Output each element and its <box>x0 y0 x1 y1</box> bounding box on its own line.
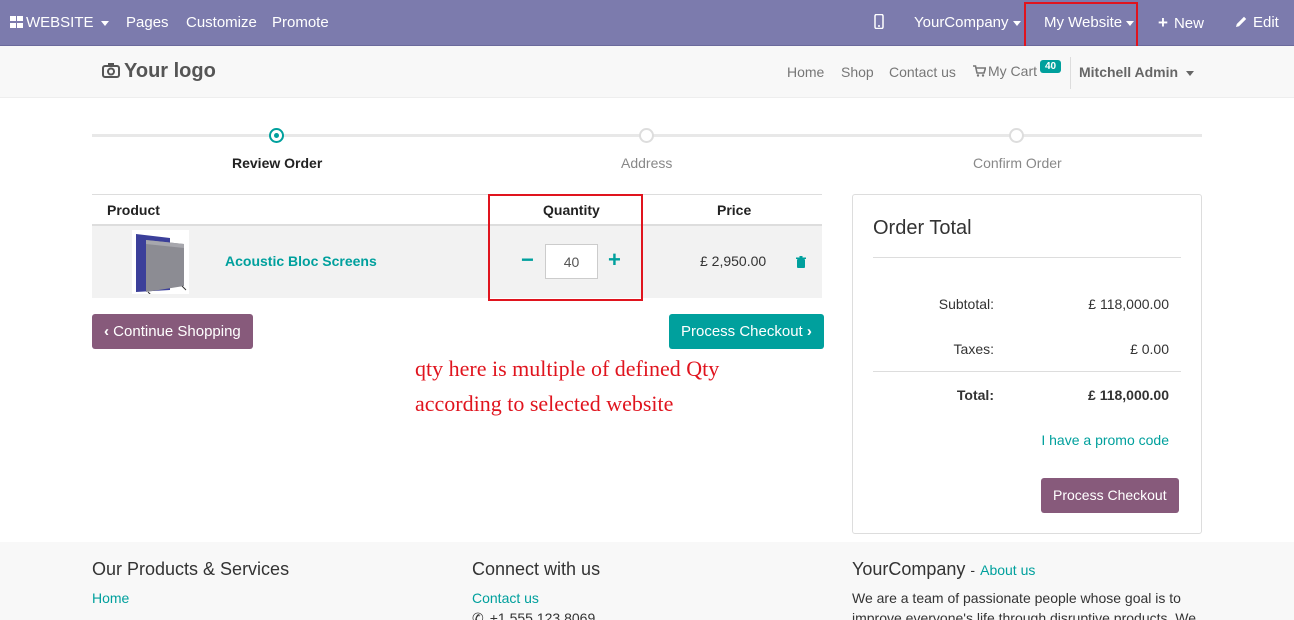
cart-label: My Cart <box>988 63 1037 79</box>
process-checkout-button[interactable]: Process Checkout › <box>669 314 824 349</box>
footer-about-link[interactable]: About us <box>980 562 1035 578</box>
pages-menu[interactable]: Pages <box>126 0 169 46</box>
company-switcher[interactable]: YourCompany <box>914 0 1021 46</box>
chevron-left-icon: ‹ <box>104 323 109 340</box>
company-switcher-label: YourCompany <box>914 14 1009 31</box>
phone-icon: ✆ <box>472 610 484 620</box>
user-menu[interactable]: Mitchell Admin <box>1079 64 1195 80</box>
footer-phone-number: +1 555 123 8069 <box>489 610 596 620</box>
step-dot-address <box>639 128 654 143</box>
footer-company-name: YourCompany <box>852 559 966 579</box>
caret-down-icon <box>1012 20 1021 26</box>
table-row: Acoustic Bloc Screens − + £ 2,950.00 <box>92 226 822 298</box>
website-menu-label: WEBSITE <box>26 14 94 31</box>
taxes-label: Taxes: <box>953 341 994 357</box>
step-address: Address <box>621 155 673 171</box>
line-price: £ 2,950.00 <box>700 253 767 269</box>
site-footer: Our Products & Services Home Connect wit… <box>0 542 1294 620</box>
customize-menu[interactable]: Customize <box>186 0 257 46</box>
annotation-line-1: qty here is multiple of defined Qty <box>415 356 720 381</box>
promote-menu[interactable]: Promote <box>272 0 329 46</box>
footer-about-text-1: We are a team of passionate people whose… <box>852 590 1181 606</box>
user-name: Mitchell Admin <box>1079 64 1179 80</box>
nav-cart[interactable]: My Cart 40 <box>973 60 1062 79</box>
subtotal-value: £ 118,000.00 <box>1088 296 1169 312</box>
taxes-value: £ 0.00 <box>1130 341 1169 357</box>
step-review-order: Review Order <box>232 155 323 171</box>
highlight-box-website-switcher <box>1024 2 1138 49</box>
product-name-link[interactable]: Acoustic Bloc Screens <box>225 253 377 269</box>
chevron-right-icon: › <box>806 323 812 340</box>
panel-divider <box>873 257 1181 258</box>
footer-products-title: Our Products & Services <box>92 559 290 579</box>
step-dot-review <box>269 128 284 143</box>
footer-contact-link[interactable]: Contact us <box>472 590 539 606</box>
mobile-phone-icon <box>874 13 884 30</box>
header-product: Product <box>107 202 160 218</box>
total-label: Total: <box>956 387 994 403</box>
header-price: Price <box>717 202 752 218</box>
cart-count-badge: 40 <box>1040 60 1062 73</box>
footer-home-link[interactable]: Home <box>92 590 129 606</box>
cart-table-header: Product Quantity Price <box>92 194 822 226</box>
site-header: Your logo Home Shop Contact us My Cart 40… <box>0 46 1294 98</box>
continue-shopping-button[interactable]: ‹ Continue Shopping <box>92 314 253 349</box>
caret-down-icon <box>100 20 109 26</box>
trash-icon[interactable] <box>795 256 807 268</box>
step-dot-confirm <box>1009 128 1024 143</box>
site-logo[interactable]: Your logo <box>102 60 216 83</box>
new-button[interactable]: + New <box>1158 0 1204 46</box>
product-thumbnail[interactable] <box>132 230 189 297</box>
footer-phone: ✆ +1 555 123 8069 <box>472 610 595 620</box>
nav-home[interactable]: Home <box>787 64 824 80</box>
apps-grid-icon <box>10 16 23 28</box>
caret-down-icon <box>1186 70 1195 76</box>
total-divider <box>873 371 1181 372</box>
pencil-icon <box>1236 16 1247 27</box>
footer-connect-title: Connect with us <box>472 559 601 579</box>
annotation-line-2: according to selected website <box>415 391 674 416</box>
camera-icon <box>102 63 120 78</box>
plus-icon: + <box>1158 13 1168 32</box>
edit-button-label: Edit <box>1253 14 1279 31</box>
nav-shop[interactable]: Shop <box>841 64 874 80</box>
highlight-box-quantity <box>488 194 643 301</box>
new-button-label: New <box>1173 15 1204 32</box>
header-divider <box>1070 57 1071 89</box>
footer-company-title: YourCompany - About us <box>852 559 1035 580</box>
order-total-panel: Order Total Subtotal: £ 118,000.00 Taxes… <box>852 194 1202 534</box>
order-total-title: Order Total <box>873 217 972 239</box>
footer-company-separator: - <box>970 562 976 578</box>
nav-contact[interactable]: Contact us <box>889 64 956 80</box>
product-image <box>136 234 187 297</box>
website-menu[interactable]: WEBSITE <box>10 0 109 46</box>
continue-shopping-label: Continue Shopping <box>113 323 241 340</box>
edit-button[interactable]: Edit <box>1235 0 1279 46</box>
process-checkout-label: Process Checkout <box>681 323 803 340</box>
mobile-preview-button[interactable] <box>874 0 884 46</box>
cart-icon <box>973 65 987 77</box>
promo-code-link[interactable]: I have a promo code <box>1041 432 1169 448</box>
total-value: £ 118,000.00 <box>1088 387 1169 403</box>
panel-process-checkout-button[interactable]: Process Checkout <box>1041 478 1179 513</box>
subtotal-label: Subtotal: <box>938 296 994 312</box>
step-confirm-order: Confirm Order <box>973 155 1062 171</box>
footer-about-text-2: improve everyone's life through disrupti… <box>852 610 1197 620</box>
logo-text: Your logo <box>124 60 216 82</box>
